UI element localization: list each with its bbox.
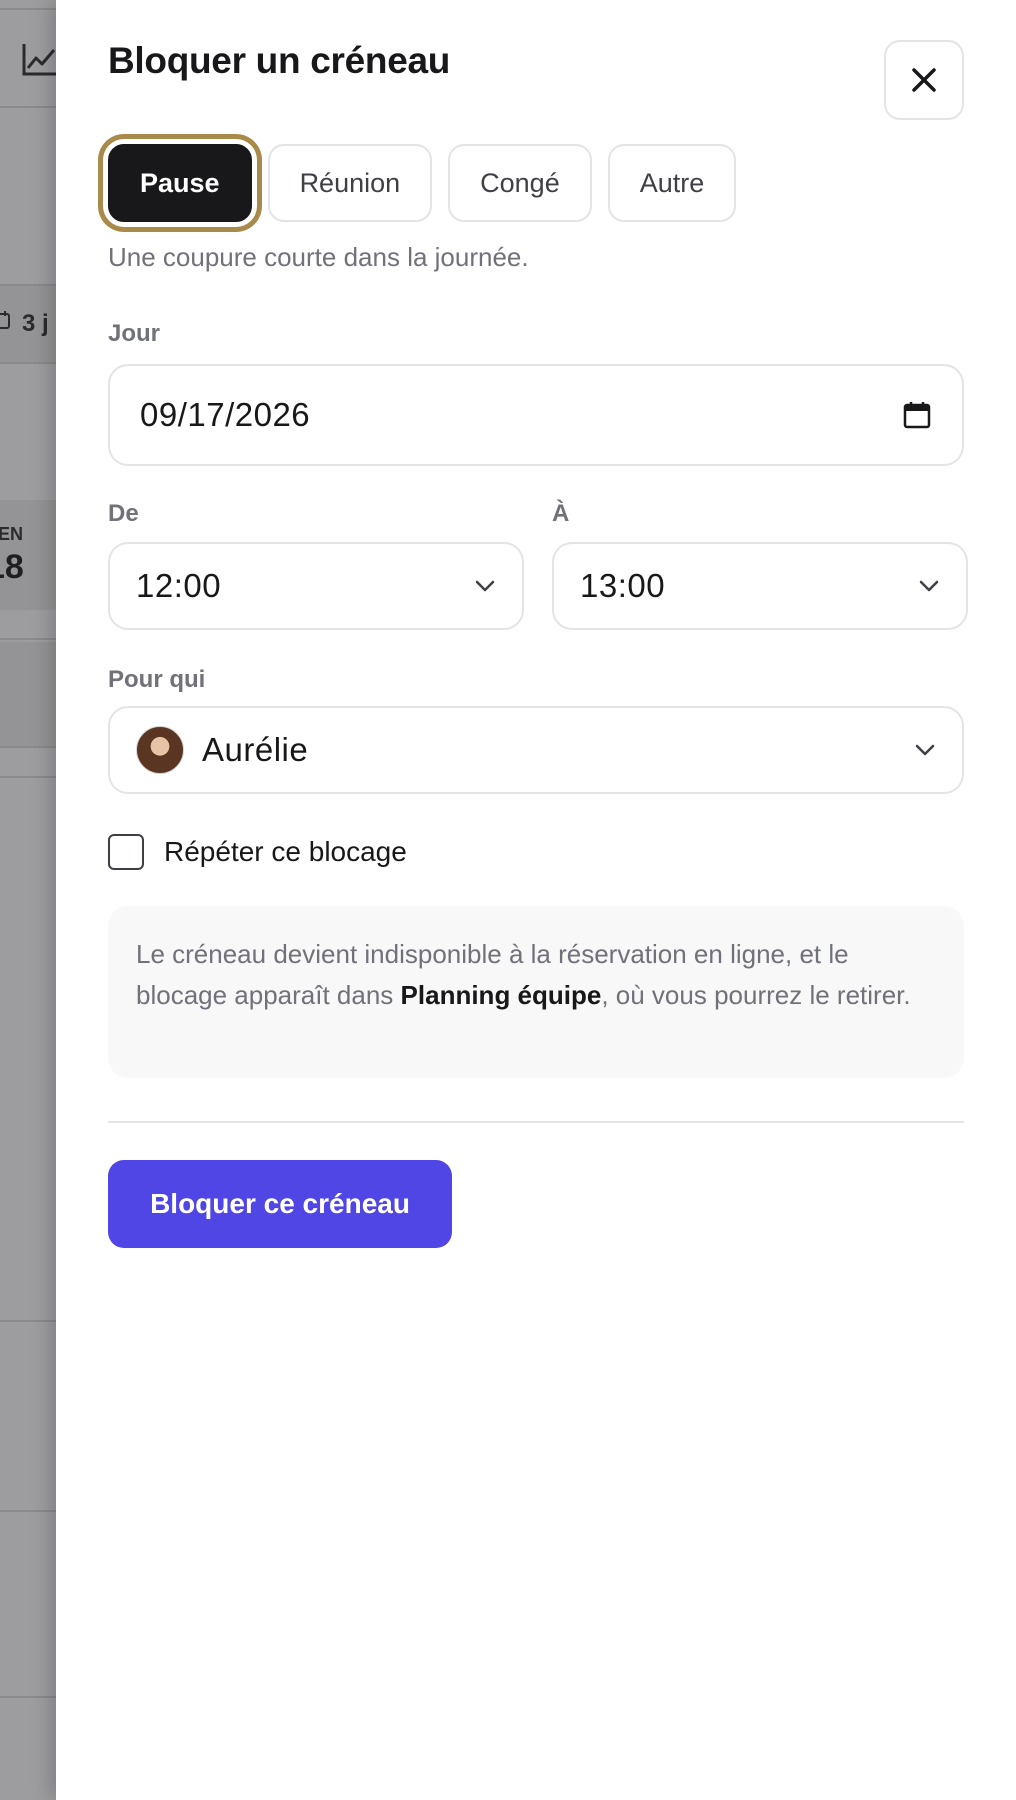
day-label: Jour: [108, 320, 161, 347]
from-label: De: [108, 500, 139, 527]
info-text-bold: Planning équipe: [400, 980, 602, 1010]
footer-divider: [108, 1121, 964, 1123]
info-note: Le créneau devient indisponible à la rés…: [108, 906, 964, 1078]
type-autre-button[interactable]: Autre: [607, 144, 737, 222]
avatar: [136, 726, 184, 774]
block-type-selector: Pause Réunion Congé Autre: [108, 144, 737, 222]
background-weekday: EN: [0, 524, 24, 544]
to-label: À: [552, 500, 570, 527]
chevron-down-icon: [919, 580, 939, 592]
from-time-select[interactable]: 12:00: [108, 542, 524, 630]
staff-selected: Aurélie: [136, 726, 308, 774]
background-days-label: 3 j: [22, 310, 49, 337]
to-value: 13:00: [580, 567, 666, 604]
repeat-block-checkbox[interactable]: [108, 834, 144, 870]
panel-title: Bloquer un créneau: [108, 40, 451, 81]
info-text-after: , où vous pourrez le retirer.: [601, 980, 911, 1010]
background-divider: [0, 1320, 60, 1322]
background-divider: [0, 746, 60, 748]
background-day-number: 18: [0, 548, 24, 586]
chevron-down-icon: [915, 744, 935, 756]
repeat-block-row[interactable]: Répéter ce blocage: [108, 834, 407, 870]
day-date-input[interactable]: 09/17/2026: [108, 364, 964, 466]
for-whom-label: Pour qui: [108, 666, 206, 693]
from-value: 12:00: [136, 567, 222, 604]
day-value: 09/17/2026: [140, 396, 311, 433]
block-slot-submit-button[interactable]: Bloquer ce créneau: [108, 1160, 452, 1248]
calendar-icon[interactable]: [902, 400, 932, 430]
chevron-down-icon: [475, 580, 495, 592]
chart-icon: [22, 44, 56, 76]
close-icon: [912, 68, 936, 92]
type-pause-button[interactable]: Pause: [108, 144, 252, 222]
staff-select[interactable]: Aurélie: [108, 706, 964, 794]
to-time-select[interactable]: 13:00: [552, 542, 968, 630]
background-divider: [0, 106, 60, 108]
background-divider: [0, 1510, 60, 1512]
background-divider: [0, 8, 60, 10]
background-divider: [0, 776, 60, 778]
background-divider: [0, 362, 60, 364]
background-divider: [0, 638, 60, 640]
calendar-icon: [0, 311, 10, 329]
background-divider: [0, 1696, 60, 1698]
background-band: [0, 642, 60, 746]
staff-value: Aurélie: [202, 731, 309, 768]
block-slot-panel: Bloquer un créneau Pause Réunion Congé A…: [56, 0, 1016, 1800]
repeat-block-label: Répéter ce blocage: [164, 836, 407, 867]
close-button[interactable]: [884, 40, 964, 120]
type-reunion-button[interactable]: Réunion: [267, 144, 433, 222]
type-conge-button[interactable]: Congé: [448, 144, 592, 222]
type-description: Une coupure courte dans la journée.: [108, 242, 529, 272]
